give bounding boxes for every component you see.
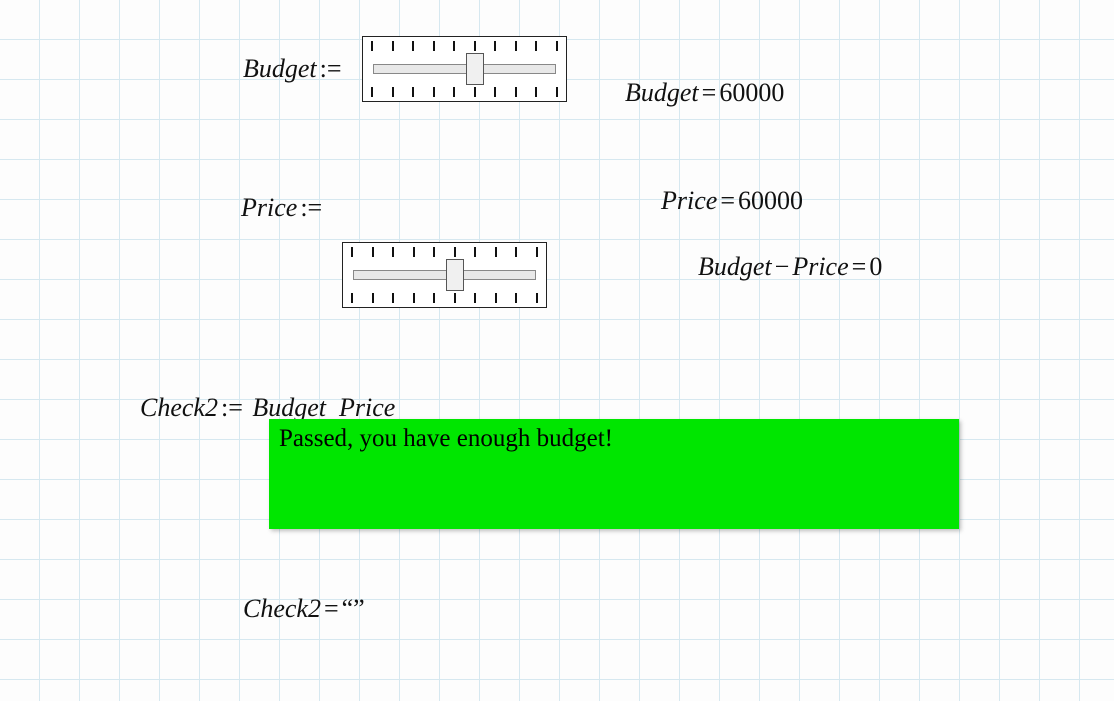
budget-value-lhs: Budget	[625, 78, 699, 107]
price-value-rhs: 60000	[738, 186, 803, 215]
slider-tick	[453, 87, 455, 97]
price-value-expr: Price=60000	[661, 186, 803, 216]
check-result-lhs: Check2	[243, 594, 321, 623]
eq-op: =	[849, 252, 870, 281]
result-message: Passed, you have enough budget!	[279, 425, 613, 452]
slider-tick	[454, 247, 456, 257]
slider-tick	[433, 293, 435, 303]
budget-assign-label: Budget:=	[243, 54, 345, 84]
slider-track	[353, 270, 536, 280]
slider-tick	[433, 41, 435, 51]
slider-tick	[474, 293, 476, 303]
slider-tick	[474, 41, 476, 51]
slider-tick	[515, 41, 517, 51]
budget-slider[interactable]	[362, 36, 567, 102]
check-def-lhs: Check2	[140, 393, 218, 422]
slider-tick	[371, 87, 373, 97]
slider-tick	[351, 293, 353, 303]
slider-tick	[453, 41, 455, 51]
diff-rhs: 0	[869, 252, 882, 281]
slider-ticks-bottom	[371, 87, 558, 97]
check-def-rhs-a: Budget	[252, 393, 326, 422]
slider-thumb[interactable]	[446, 259, 464, 291]
budget-value-expr: Budget=60000	[625, 78, 784, 108]
eq-op: =	[699, 78, 720, 107]
slider-tick	[474, 247, 476, 257]
price-value-lhs: Price	[661, 186, 717, 215]
slider-tick	[371, 41, 373, 51]
slider-tick	[392, 41, 394, 51]
slider-thumb[interactable]	[466, 53, 484, 85]
price-assign-label: Price:=	[241, 193, 325, 223]
eq-op: =	[717, 186, 738, 215]
slider-tick	[494, 87, 496, 97]
slider-tick	[392, 87, 394, 97]
slider-tick	[474, 87, 476, 97]
assign-op: :=	[297, 193, 325, 222]
slider-tick	[413, 293, 415, 303]
slider-tick	[454, 293, 456, 303]
slider-tick	[433, 87, 435, 97]
slider-tick	[515, 247, 517, 257]
check-result-expr: Check2=“”	[243, 594, 365, 624]
result-panel: Passed, you have enough budget!	[269, 419, 959, 529]
slider-tick	[535, 41, 537, 51]
check-def-rhs-b: Price	[339, 393, 395, 422]
check-result-rhs: “”	[342, 594, 365, 623]
slider-tick	[372, 247, 374, 257]
slider-tick	[392, 293, 394, 303]
slider-tick	[372, 293, 374, 303]
slider-tick	[535, 87, 537, 97]
slider-tick	[433, 247, 435, 257]
slider-ticks-top	[351, 247, 538, 257]
slider-tick	[536, 247, 538, 257]
slider-tick	[515, 87, 517, 97]
slider-tick	[556, 87, 558, 97]
slider-tick	[412, 41, 414, 51]
assign-op: :=	[317, 54, 345, 83]
slider-tick	[413, 247, 415, 257]
slider-tick	[412, 87, 414, 97]
slider-tick	[515, 293, 517, 303]
budget-var: Budget	[243, 54, 317, 83]
slider-tick	[494, 41, 496, 51]
minus-op: −	[772, 252, 793, 281]
slider-track	[373, 64, 556, 74]
budget-value-rhs: 60000	[719, 78, 784, 107]
slider-tick	[536, 293, 538, 303]
slider-tick	[351, 247, 353, 257]
slider-ticks-bottom	[351, 293, 538, 303]
slider-tick	[495, 293, 497, 303]
diff-lhs1: Budget	[698, 252, 772, 281]
price-var: Price	[241, 193, 297, 222]
price-slider[interactable]	[342, 242, 547, 308]
difference-expr: Budget−Price=0	[698, 252, 882, 282]
slider-tick	[556, 41, 558, 51]
diff-lhs2: Price	[792, 252, 848, 281]
slider-ticks-top	[371, 41, 558, 51]
assign-op: :=	[218, 393, 246, 422]
slider-tick	[392, 247, 394, 257]
slider-tick	[495, 247, 497, 257]
eq-op: =	[321, 594, 342, 623]
